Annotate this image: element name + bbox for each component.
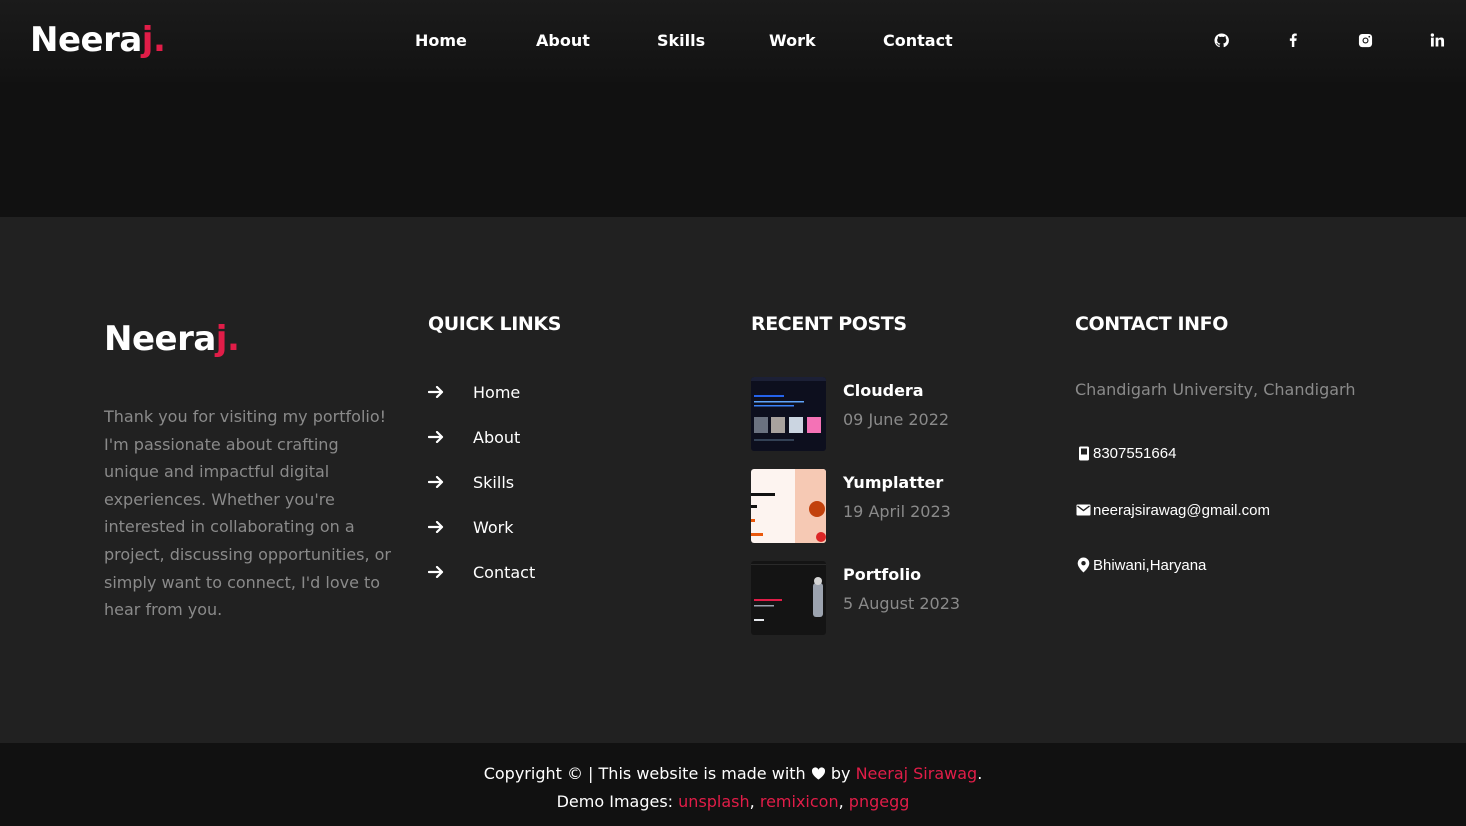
footer-brand-name: Neera [104, 319, 216, 359]
nav-links: Home About Skills Work Contact [0, 28, 1466, 54]
contact-email-value: neerajsirawag@gmail.com [1093, 501, 1270, 519]
demo-images-prefix: Demo Images: [556, 792, 674, 811]
quick-link-label: About [473, 427, 521, 447]
separator-comma: , [749, 792, 755, 811]
post-thumbnail [751, 469, 826, 543]
recent-post-cloudera[interactable]: Cloudera 09 June 2022 [751, 377, 1051, 451]
post-date: 19 April 2023 [843, 502, 951, 521]
copyright-line: Copyright © | This website is made with … [0, 761, 1466, 787]
quick-link-home[interactable]: Home [428, 380, 520, 404]
quick-link-about[interactable]: About [428, 425, 520, 449]
demo-images-line: Demo Images: unsplash, remixicon, pngegg [0, 789, 1466, 815]
nav-home[interactable]: Home [415, 28, 467, 54]
unsplash-link[interactable]: unsplash [678, 792, 750, 811]
top-nav: Neeraj. Home About Skills Work Contact [0, 0, 1466, 82]
copyright-by: by [830, 764, 851, 783]
github-icon[interactable] [1212, 30, 1230, 50]
facebook-icon[interactable] [1284, 30, 1302, 50]
post-title: Cloudera [843, 381, 924, 400]
post-thumbnail [751, 561, 826, 635]
contact-info-title: CONTACT INFO [1075, 313, 1229, 335]
copyright-prefix: Copyright © | This website is made with [483, 764, 806, 783]
contact-phone-value: 8307551664 [1093, 444, 1177, 462]
contact-phone[interactable]: 8307551664 [1075, 442, 1176, 464]
footer: Neeraj. Thank you for visiting my portfo… [0, 217, 1466, 743]
pngegg-link[interactable]: pngegg [849, 792, 910, 811]
quick-link-work[interactable]: Work [428, 515, 514, 539]
separator-comma: , [838, 792, 844, 811]
nav-work[interactable]: Work [769, 28, 816, 54]
author-link[interactable]: Neeraj Sirawag [856, 764, 978, 783]
copyright-period: . [977, 764, 983, 783]
phone-icon [1075, 445, 1092, 462]
map-pin-icon [1075, 557, 1092, 574]
post-date: 5 August 2023 [843, 594, 961, 613]
post-date: 09 June 2022 [843, 410, 950, 429]
remixicon-link[interactable]: remixicon [760, 792, 839, 811]
arrow-right-icon [428, 475, 446, 489]
nav-about[interactable]: About [536, 28, 590, 54]
footer-brand-dot: . [226, 319, 240, 359]
quick-link-label: Work [473, 517, 514, 537]
arrow-right-icon [428, 520, 446, 534]
quick-links-title: QUICK LINKS [428, 313, 562, 335]
arrow-right-icon [428, 565, 446, 579]
footer-about-text: Thank you for visiting my portfolio! I'm… [104, 407, 391, 620]
linkedin-icon[interactable] [1428, 30, 1446, 50]
page: Neeraj. Home About Skills Work Contact N… [0, 0, 1466, 826]
post-title: Yumplatter [843, 473, 944, 492]
quick-link-label: Contact [473, 562, 536, 582]
nav-contact[interactable]: Contact [883, 28, 953, 54]
post-title: Portfolio [843, 565, 922, 584]
recent-post-yumplatter[interactable]: Yumplatter 19 April 2023 [751, 469, 1051, 543]
copyright-bar: Copyright © | This website is made with … [0, 743, 1466, 826]
post-thumbnail [751, 377, 826, 451]
recent-post-portfolio[interactable]: Portfolio 5 August 2023 [751, 561, 1051, 635]
contact-address: Chandigarh University, Chandigarh [1075, 380, 1356, 399]
heart-icon [811, 764, 826, 783]
contact-email[interactable]: neerajsirawag@gmail.com [1075, 499, 1270, 521]
footer-brand-accent-letter: j [215, 319, 228, 359]
quick-link-skills[interactable]: Skills [428, 470, 514, 494]
instagram-icon[interactable] [1356, 30, 1374, 50]
nav-skills[interactable]: Skills [657, 28, 705, 54]
mail-icon [1075, 502, 1092, 519]
quick-link-contact[interactable]: Contact [428, 560, 535, 584]
arrow-right-icon [428, 430, 446, 444]
quick-link-label: Home [473, 382, 521, 402]
contact-location[interactable]: Bhiwani,Haryana [1075, 554, 1206, 576]
footer-logo[interactable]: Neeraj. [104, 317, 240, 361]
arrow-right-icon [428, 385, 446, 399]
recent-posts-title: RECENT POSTS [751, 313, 907, 335]
contact-location-value: Bhiwani,Haryana [1093, 556, 1207, 574]
quick-link-label: Skills [473, 472, 515, 492]
